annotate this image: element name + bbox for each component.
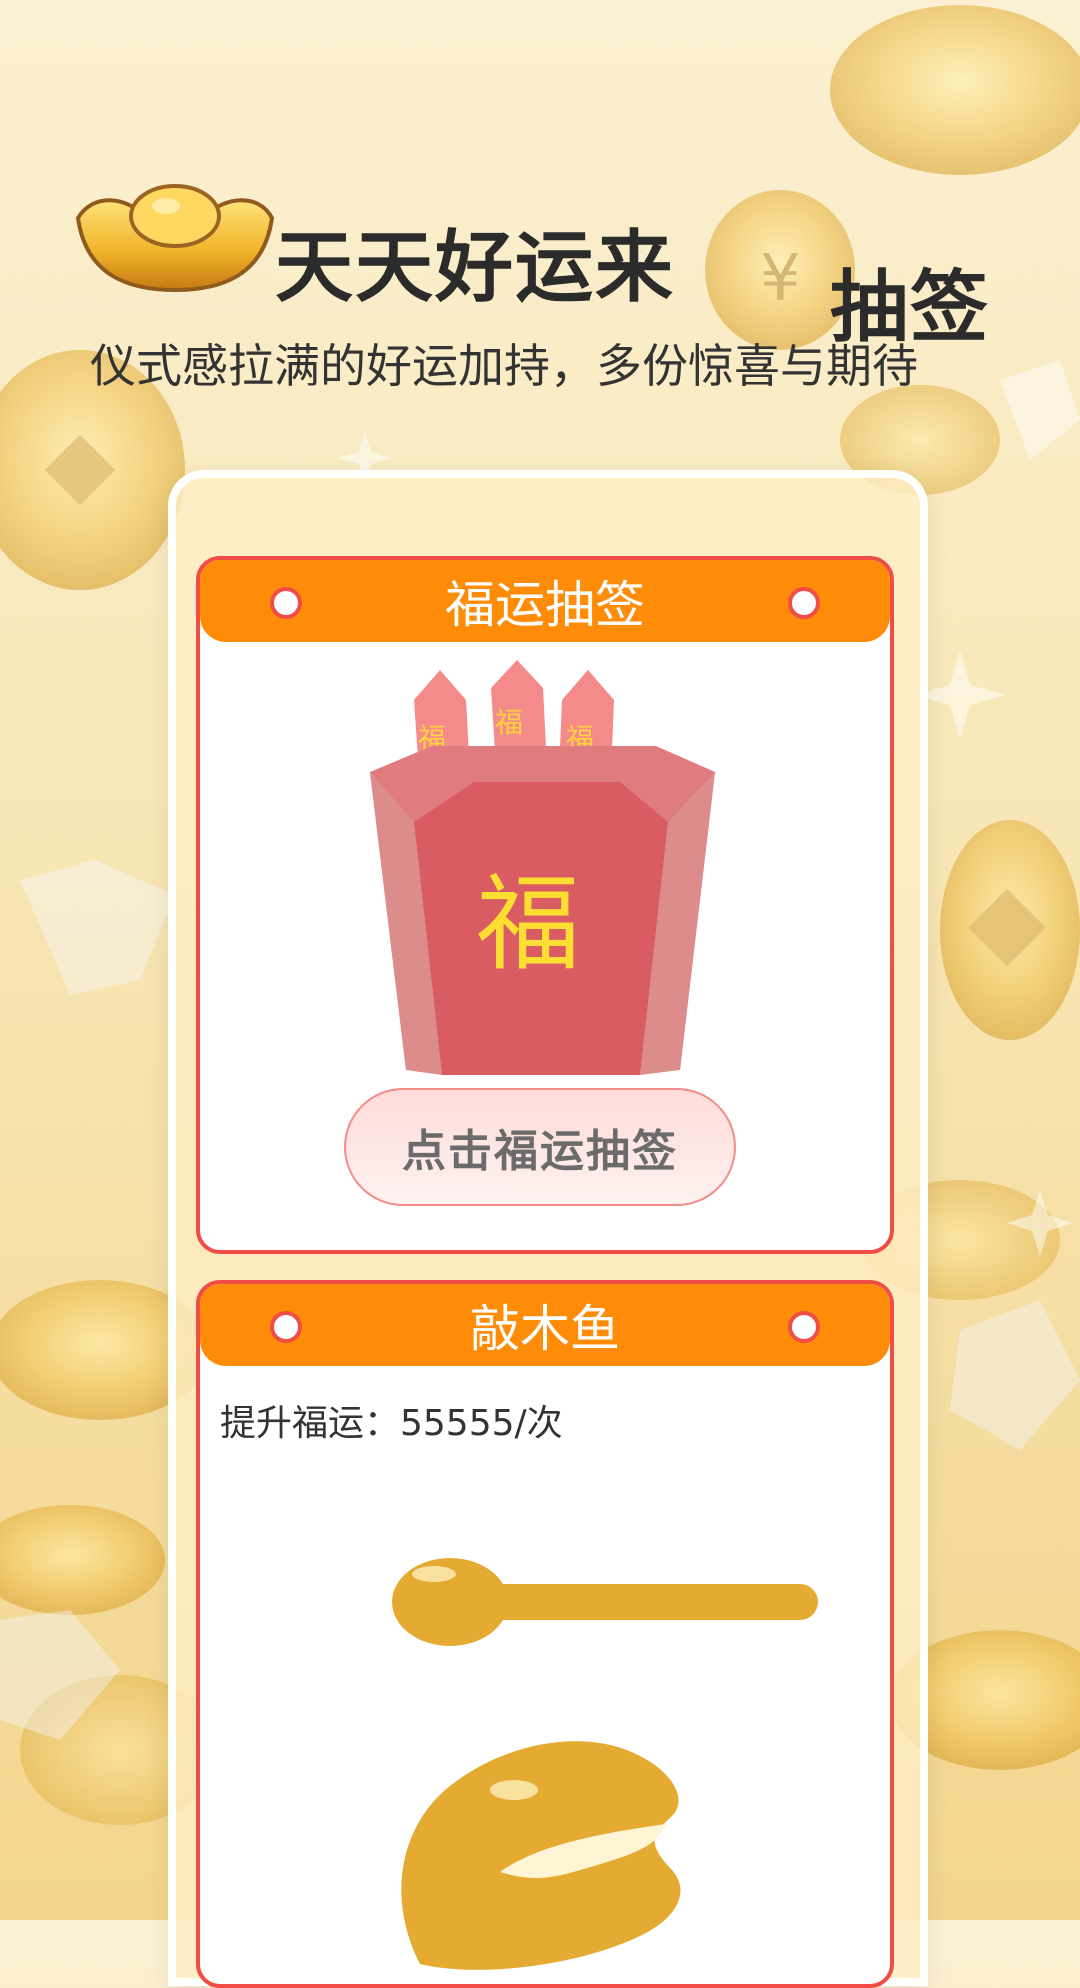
page-subtitle: 仪式感拉满的好运加持，多份惊喜与期待 bbox=[90, 339, 918, 393]
wooden-fish-header: 敲木鱼 bbox=[200, 1284, 890, 1366]
fortune-lottery-title: 福运抽签 bbox=[445, 576, 645, 634]
fortune-stick-label-2: 福 bbox=[495, 706, 523, 739]
header-right-pin bbox=[788, 587, 820, 619]
header-left-pin bbox=[270, 1311, 302, 1343]
header-left-pin bbox=[270, 587, 302, 619]
draw-fortune-button[interactable]: 点击福运抽签 bbox=[344, 1088, 736, 1206]
wooden-fish-card: 敲木鱼 提升福运：55555/次 bbox=[196, 1280, 894, 1988]
fortune-cup-icon: 福 福 福 福 bbox=[370, 660, 715, 1075]
fortune-lottery-header: 福运抽签 bbox=[200, 560, 890, 642]
mallet-icon bbox=[392, 1558, 818, 1646]
page-title: 天天好运来 bbox=[275, 223, 676, 313]
fortune-lottery-card: 福运抽签 福 福 福 福 点击福运抽签 bbox=[196, 556, 894, 1254]
gold-ingot-icon bbox=[75, 184, 275, 293]
fortune-boost-text: 提升福运：55555/次 bbox=[220, 1403, 563, 1444]
wooden-fish-title: 敲木鱼 bbox=[470, 1300, 620, 1358]
svg-text:¥: ¥ bbox=[760, 242, 801, 316]
header-right-pin bbox=[788, 1311, 820, 1343]
fortune-cup-label: 福 bbox=[476, 863, 580, 985]
